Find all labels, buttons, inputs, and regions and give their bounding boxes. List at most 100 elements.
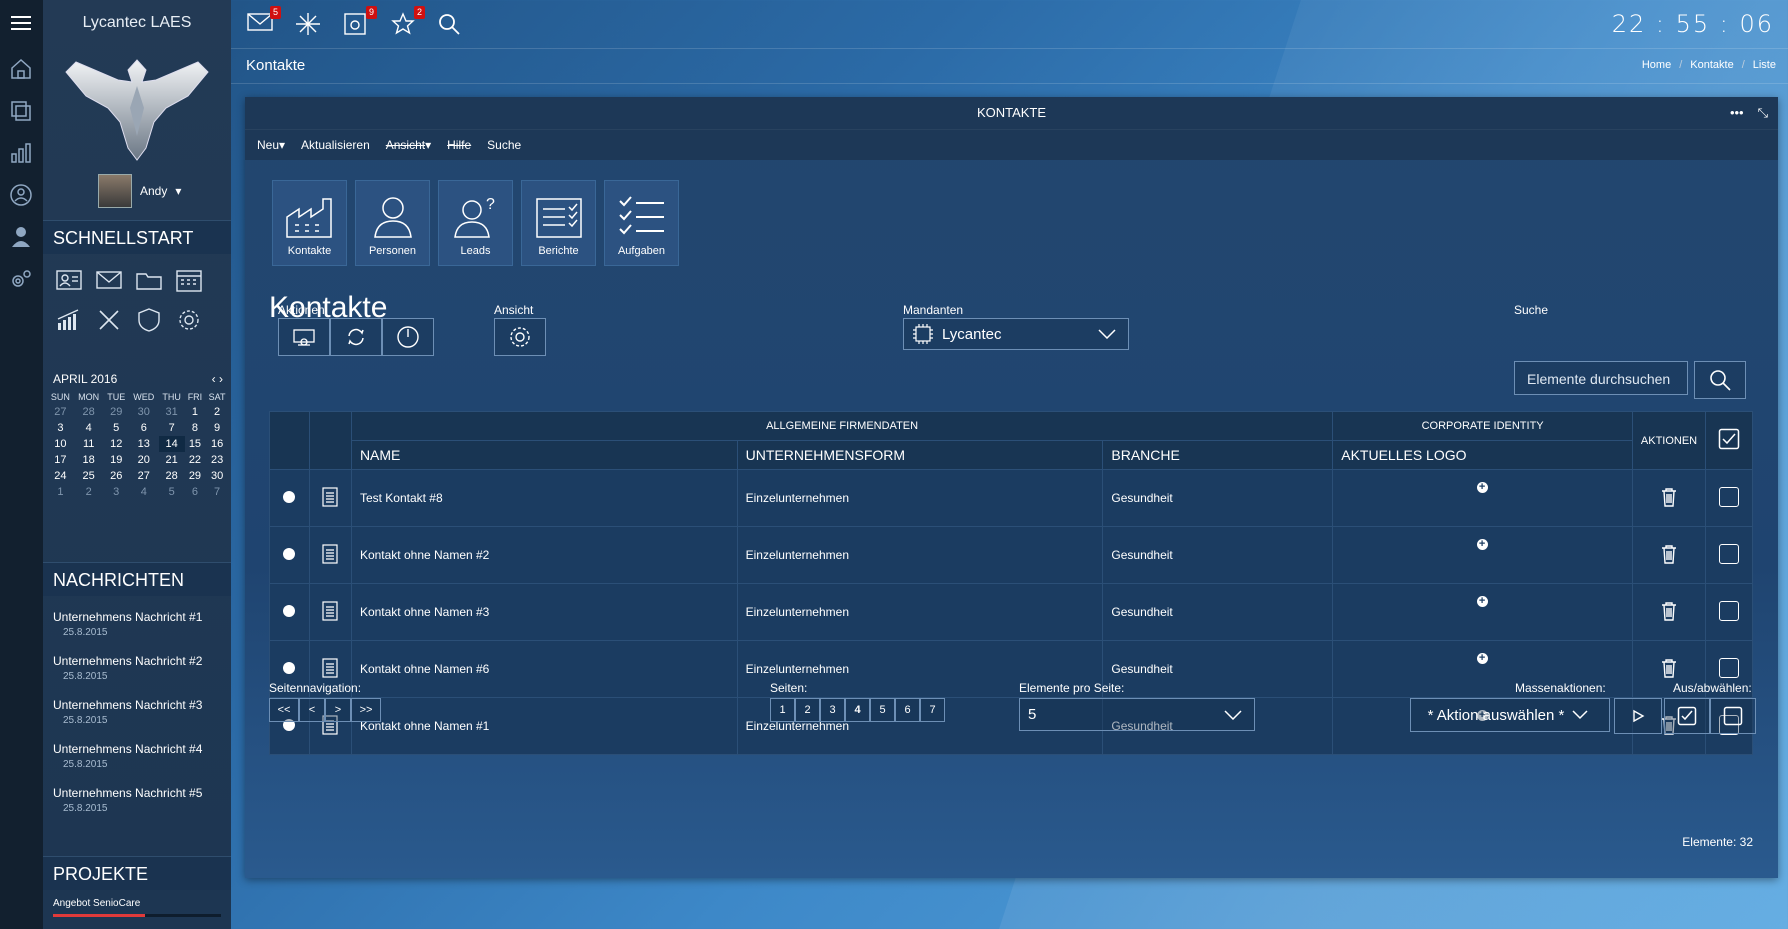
calendar-day[interactable]: 9	[205, 420, 229, 436]
network-icon[interactable]	[295, 12, 323, 36]
calendar-day[interactable]: 27	[47, 404, 74, 420]
calendar-day[interactable]: 31	[159, 404, 185, 420]
mail-icon[interactable]	[95, 266, 123, 294]
calendar-day[interactable]: 10	[47, 436, 74, 452]
folder-icon[interactable]	[135, 266, 163, 294]
col-name[interactable]: NAME	[350, 440, 738, 470]
page-number-button[interactable]: 5	[870, 698, 895, 722]
tile-kontakte[interactable]: Kontakte	[272, 180, 347, 266]
calendar-day[interactable]: 20	[129, 452, 159, 468]
calendar-day[interactable]: 3	[47, 420, 74, 436]
add-logo-icon[interactable]: +	[1476, 596, 1488, 607]
power-button[interactable]	[382, 318, 434, 356]
row-detail-button[interactable]	[308, 583, 352, 641]
calendar-day[interactable]: 4	[74, 420, 104, 436]
page-number-button[interactable]: 3	[820, 698, 845, 722]
row-checkbox[interactable]	[1705, 469, 1753, 527]
calendar-nav[interactable]: ‹ ›	[212, 372, 223, 386]
row-delete-button[interactable]	[1632, 583, 1706, 641]
search-input[interactable]: Elemente durchsuchen	[1514, 361, 1688, 395]
calendar-day[interactable]: 2	[205, 404, 229, 420]
calendar-day[interactable]: 5	[104, 420, 129, 436]
calendar-day[interactable]: 4	[129, 484, 159, 500]
page-number-button[interactable]: 7	[920, 698, 945, 722]
more-icon[interactable]: •••	[1730, 97, 1744, 129]
row-detail-button[interactable]	[308, 526, 352, 584]
table-row[interactable]: Kontakt ohne Namen #3 Einzelunternehmen Ge…	[269, 583, 1753, 641]
contacts-icon[interactable]	[6, 180, 36, 210]
add-logo-icon[interactable]: +	[1476, 482, 1488, 493]
select-all-button[interactable]	[1664, 698, 1710, 734]
row-radio[interactable]	[269, 583, 310, 641]
calendar-day[interactable]: 30	[205, 468, 229, 484]
calendar-day[interactable]: 23	[205, 452, 229, 468]
run-mass-action-button[interactable]	[1614, 698, 1662, 734]
user-icon[interactable]	[6, 222, 36, 252]
message-item[interactable]: Unternehmens Nachricht #2 25.8.2015	[53, 654, 202, 682]
message-item[interactable]: Unternehmens Nachricht #5 25.8.2015	[53, 786, 202, 814]
breadcrumb-kontakte[interactable]: Kontakte	[1690, 59, 1733, 71]
select-all-checkbox[interactable]	[1705, 411, 1753, 470]
calendar-day[interactable]: 7	[159, 420, 185, 436]
menu-new[interactable]: Neu▾	[257, 138, 285, 152]
calendar-day[interactable]: 19	[104, 452, 129, 468]
calendar-day[interactable]: 2	[74, 484, 104, 500]
message-item[interactable]: Unternehmens Nachricht #4 25.8.2015	[53, 742, 202, 770]
page-nav-button[interactable]: >>	[351, 698, 381, 722]
calendar-day[interactable]: 14	[158, 436, 185, 452]
clients-select[interactable]: Lycantec	[903, 318, 1129, 350]
calendar-day[interactable]: 28	[159, 468, 185, 484]
view-settings-button[interactable]	[494, 318, 546, 356]
page-nav-button[interactable]: >	[325, 698, 351, 722]
row-checkbox[interactable]	[1705, 583, 1753, 641]
table-row[interactable]: Test Kontakt #8 Einzelunternehmen Gesundhe…	[269, 469, 1753, 527]
calendar-day[interactable]: 25	[74, 468, 104, 484]
row-delete-button[interactable]	[1632, 526, 1706, 584]
row-radio[interactable]	[269, 469, 310, 527]
gear-icon[interactable]	[175, 306, 203, 334]
page-number-button[interactable]: 2	[795, 698, 820, 722]
calendar-icon[interactable]	[175, 266, 203, 294]
col-branch[interactable]: BRANCHE	[1102, 440, 1334, 470]
home-icon[interactable]	[6, 54, 36, 84]
col-logo[interactable]: AKTUELLES LOGO	[1332, 440, 1634, 470]
project-item[interactable]: Angebot SenioCare	[53, 895, 140, 909]
calendar-day[interactable]: 24	[47, 468, 74, 484]
tile-aufgaben[interactable]: Aufgaben	[604, 180, 679, 266]
table-row[interactable]: Kontakt ohne Namen #2 Einzelunternehmen Ge…	[269, 526, 1753, 584]
calendar-day[interactable]: 8	[185, 420, 205, 436]
calendar-day[interactable]: 29	[185, 468, 205, 484]
calendar-day[interactable]: 30	[129, 404, 159, 420]
row-delete-button[interactable]	[1632, 469, 1706, 527]
calendar-day[interactable]: 11	[74, 436, 104, 452]
search-icon[interactable]	[437, 12, 465, 36]
calendar-day[interactable]: 1	[185, 404, 205, 420]
tile-berichte[interactable]: Berichte	[521, 180, 596, 266]
row-detail-button[interactable]	[308, 469, 352, 527]
menu-search[interactable]: Suche	[487, 138, 521, 152]
tile-personen[interactable]: Personen	[355, 180, 430, 266]
add-logo-icon[interactable]: +	[1476, 653, 1488, 664]
add-logo-icon[interactable]: +	[1476, 539, 1488, 550]
calendar-day[interactable]: 17	[47, 452, 74, 468]
star-icon[interactable]: 2	[391, 6, 425, 36]
growth-chart-icon[interactable]	[55, 306, 83, 334]
tools-icon[interactable]	[95, 306, 123, 334]
deselect-all-button[interactable]	[1710, 698, 1756, 734]
row-radio[interactable]	[269, 526, 310, 584]
news-icon[interactable]: 9	[343, 6, 377, 36]
calendar-day[interactable]: 29	[104, 404, 129, 420]
chart-icon[interactable]	[6, 138, 36, 168]
user-menu[interactable]: Andy ▾	[98, 174, 181, 208]
add-button[interactable]	[278, 318, 330, 356]
calendar-day[interactable]: 16	[205, 436, 229, 452]
menu-refresh[interactable]: Aktualisieren	[301, 138, 370, 152]
calendar-day[interactable]: 1	[47, 484, 74, 500]
mail-icon[interactable]: 5	[247, 6, 281, 36]
message-item[interactable]: Unternehmens Nachricht #3 25.8.2015	[53, 698, 202, 726]
calendar-day[interactable]: 26	[104, 468, 129, 484]
calendar-day[interactable]: 13	[129, 436, 159, 452]
page-number-button[interactable]: 4	[845, 698, 870, 722]
per-page-select[interactable]: 5	[1019, 698, 1255, 731]
refresh-button[interactable]	[330, 318, 382, 356]
